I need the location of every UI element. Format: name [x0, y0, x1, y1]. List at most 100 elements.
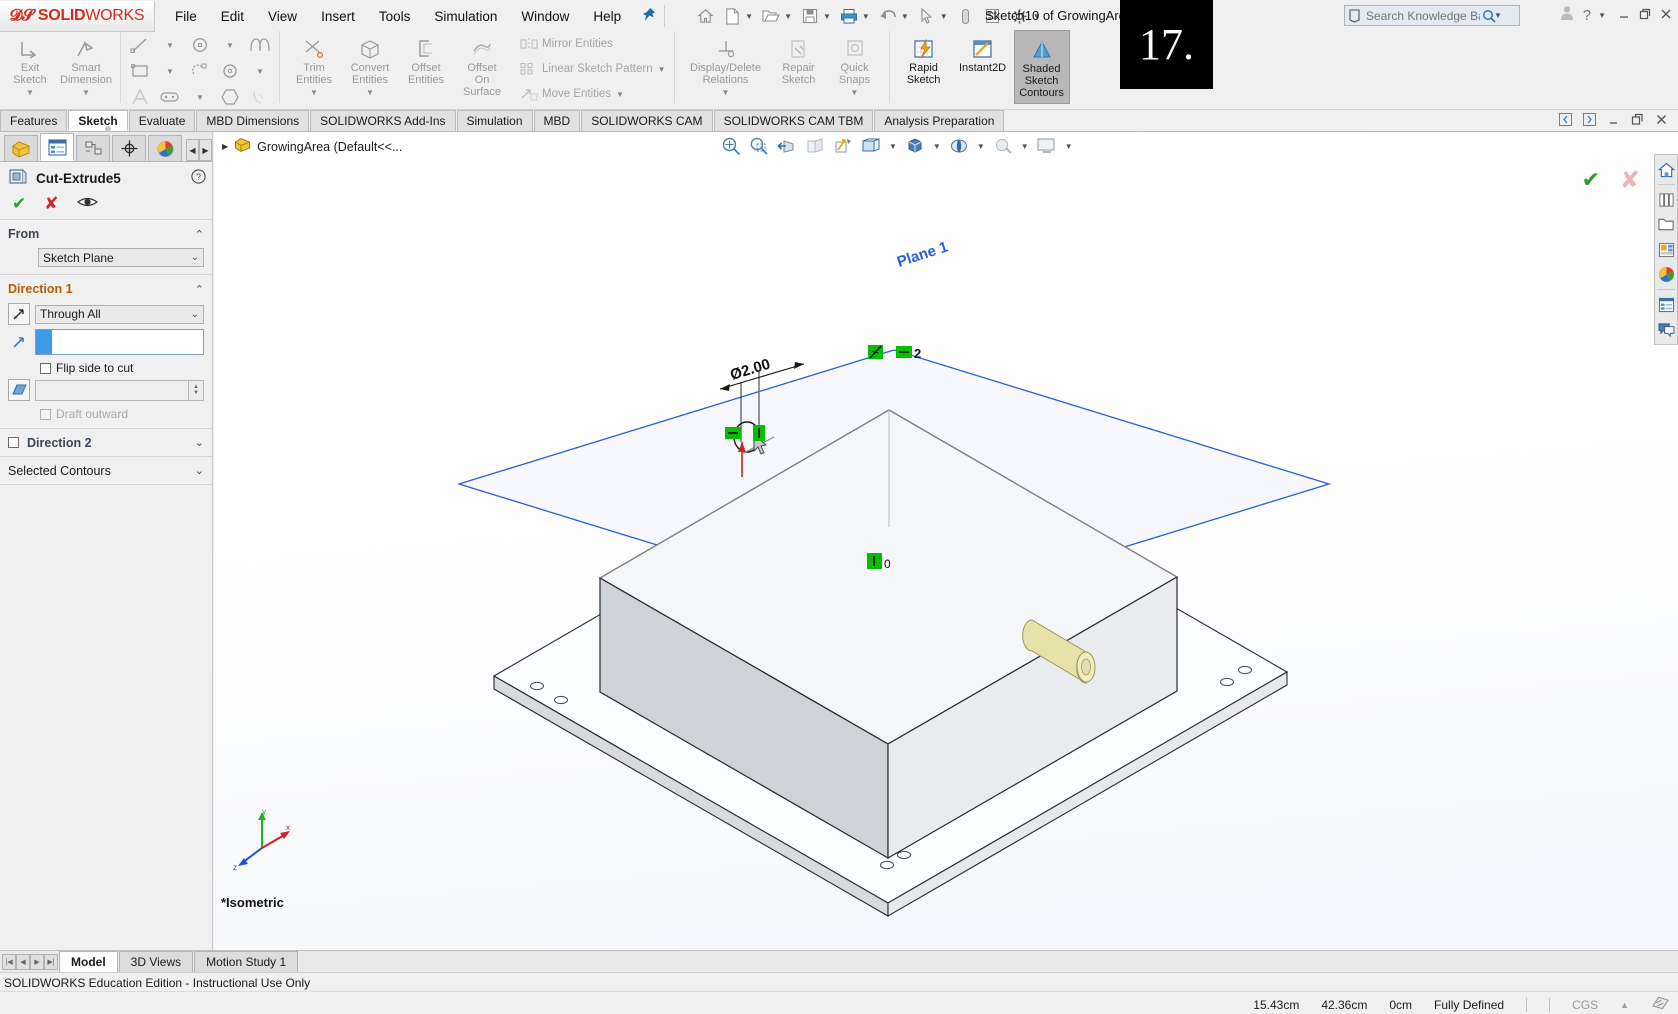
convert-entities-button[interactable]: Convert Entities ▼: [342, 30, 398, 104]
menu-tools[interactable]: Tools: [377, 7, 413, 26]
flip-side-to-cut-checkbox[interactable]: [40, 362, 51, 374]
save-icon[interactable]: [798, 4, 822, 28]
tab-analysis-preparation[interactable]: Analysis Preparation: [874, 110, 1005, 131]
tab-mbd[interactable]: MBD: [533, 110, 581, 131]
tab-sketch[interactable]: Sketch: [68, 110, 128, 131]
quick-snaps-button[interactable]: Quick Snaps ▼: [827, 30, 883, 104]
last-tab-icon[interactable]: ▶|: [44, 953, 58, 970]
undo-dropdown[interactable]: ▼: [901, 12, 909, 21]
line-icon[interactable]: [130, 36, 150, 54]
menu-edit[interactable]: Edit: [219, 7, 246, 26]
ok-check-icon[interactable]: ✔: [12, 195, 26, 212]
custom-properties-icon[interactable]: [1655, 292, 1677, 317]
shaded-sketch-contours-button[interactable]: Shaded Sketch Contours: [1013, 30, 1070, 104]
menu-simulation[interactable]: Simulation: [432, 7, 499, 26]
tab-solidworks-cam-tbm[interactable]: SOLIDWORKS CAM TBM: [713, 110, 874, 131]
print-dropdown[interactable]: ▼: [862, 12, 870, 21]
chevron-down-icon[interactable]: ⌄: [195, 436, 204, 449]
open-dropdown[interactable]: ▼: [784, 12, 792, 21]
home-icon[interactable]: [693, 4, 717, 28]
draft-angle-icon[interactable]: [8, 379, 30, 401]
user-account-icon[interactable]: [1560, 5, 1574, 25]
spline-icon[interactable]: [249, 36, 271, 54]
rectangle-dropdown[interactable]: ▼: [166, 66, 174, 76]
property-manager-tab[interactable]: [40, 133, 74, 161]
tab-model[interactable]: Model: [59, 951, 118, 972]
tab-features[interactable]: Features: [0, 110, 68, 131]
section-selected-contours[interactable]: Selected Contours ⌄: [0, 457, 212, 485]
straight-slot-icon[interactable]: [159, 89, 181, 105]
overlay-icon[interactable]: [1651, 995, 1670, 1014]
home-task-icon[interactable]: [1655, 157, 1677, 182]
tab-mbd-dimensions[interactable]: MBD Dimensions: [196, 110, 310, 131]
menu-file[interactable]: File: [173, 7, 199, 26]
exit-sketch-button[interactable]: Exit Sketch ▼: [2, 30, 58, 104]
chevron-down-icon[interactable]: ⌄: [195, 464, 204, 477]
move-entities-dropdown[interactable]: ▼: [616, 90, 624, 99]
circle-dropdown[interactable]: ▼: [226, 40, 234, 50]
linear-sketch-pattern-button[interactable]: Linear Sketch Pattern ▼: [516, 57, 666, 81]
help-question-icon[interactable]: ?: [191, 169, 206, 187]
draft-angle-field[interactable]: ▲ ▼: [35, 379, 204, 401]
appearances-scenes-icon[interactable]: [1655, 262, 1677, 287]
select-dropdown[interactable]: ▼: [940, 12, 948, 21]
display-manager-tab[interactable]: [148, 135, 182, 161]
end-condition-dropdown[interactable]: Through All ⌄: [35, 304, 204, 324]
relation-tangent-badge[interactable]: [868, 345, 883, 359]
move-entities-button[interactable]: Move Entities ▼: [516, 82, 666, 106]
first-tab-icon[interactable]: |◀: [2, 953, 16, 970]
new-document-dropdown[interactable]: ▼: [745, 12, 753, 21]
help-dropdown[interactable]: ▼: [1598, 11, 1606, 20]
search-knowledge-base[interactable]: ▼: [1344, 5, 1520, 26]
unit-system-caret-icon[interactable]: ▲: [1620, 1000, 1629, 1010]
feature-manager-tab[interactable]: [4, 135, 38, 161]
linear-sketch-pattern-dropdown[interactable]: ▼: [658, 65, 666, 74]
relation-vertical-badge[interactable]: [753, 425, 765, 441]
question-mark-icon[interactable]: ?: [1583, 7, 1591, 24]
tab-solidworks-add-ins[interactable]: SOLIDWORKS Add-Ins: [310, 110, 456, 131]
minimize-window-icon[interactable]: [1607, 113, 1620, 129]
line-dropdown[interactable]: ▼: [166, 40, 174, 50]
panel-resize-handle[interactable]: [105, 126, 111, 132]
menu-insert[interactable]: Insert: [319, 7, 357, 26]
trim-entities-button[interactable]: Trim Entities ▼: [286, 30, 342, 104]
display-delete-relations-button[interactable]: Display/Delete Relations ▼: [681, 30, 771, 104]
solidworks-logo[interactable]: 𝓓𝓢 SOLIDWORKS: [0, 0, 155, 32]
instant2d-button[interactable]: Instant2D: [952, 30, 1014, 104]
straight-slot-dropdown[interactable]: ▼: [196, 92, 204, 102]
section-direction1-header[interactable]: Direction 1 ⌃: [0, 279, 212, 299]
close-icon[interactable]: [1660, 7, 1672, 24]
chevron-up-icon[interactable]: ⌃: [195, 283, 204, 296]
close-window-icon[interactable]: [1655, 113, 1668, 129]
configuration-manager-tab[interactable]: [76, 135, 110, 161]
dimxpert-manager-tab[interactable]: [112, 135, 146, 161]
tab-scroll-right-icon[interactable]: ▶: [199, 139, 212, 161]
menu-view[interactable]: View: [266, 7, 299, 26]
quick-snaps-dropdown[interactable]: ▼: [851, 87, 859, 99]
print-icon[interactable]: [837, 4, 861, 28]
menu-help[interactable]: Help: [591, 7, 623, 26]
convert-entities-dropdown[interactable]: ▼: [366, 87, 374, 99]
search-dropdown[interactable]: ▼: [1494, 11, 1502, 20]
ellipse-icon[interactable]: [250, 88, 270, 106]
direction2-checkbox[interactable]: [8, 437, 19, 448]
expand-right-icon[interactable]: [1583, 113, 1596, 129]
cancel-x-icon[interactable]: ✘: [44, 195, 58, 212]
offset-entities-button[interactable]: Offset Entities: [398, 30, 454, 104]
previous-tab-icon[interactable]: ◀: [16, 953, 30, 970]
rapid-sketch-button[interactable]: Rapid Sketch: [896, 30, 952, 104]
view-palette-icon[interactable]: [1655, 237, 1677, 262]
pushpin-icon[interactable]: [641, 7, 656, 26]
new-document-icon[interactable]: [720, 4, 744, 28]
save-dropdown[interactable]: ▼: [823, 12, 831, 21]
select-icon[interactable]: [915, 4, 939, 28]
search-input[interactable]: [1364, 7, 1482, 24]
smart-dimension-dropdown[interactable]: ▼: [82, 87, 90, 99]
restore-icon[interactable]: [1639, 7, 1651, 24]
reverse-direction-icon[interactable]: [8, 303, 30, 325]
direction-vector-field[interactable]: [35, 329, 204, 355]
chevron-down-icon[interactable]: ⌄: [191, 252, 199, 263]
polygon-icon[interactable]: [220, 88, 240, 106]
model-viewport[interactable]: Plane 1 Ø2.00 2 0: [214, 132, 1678, 950]
solidworks-forum-icon[interactable]: [1655, 317, 1677, 342]
